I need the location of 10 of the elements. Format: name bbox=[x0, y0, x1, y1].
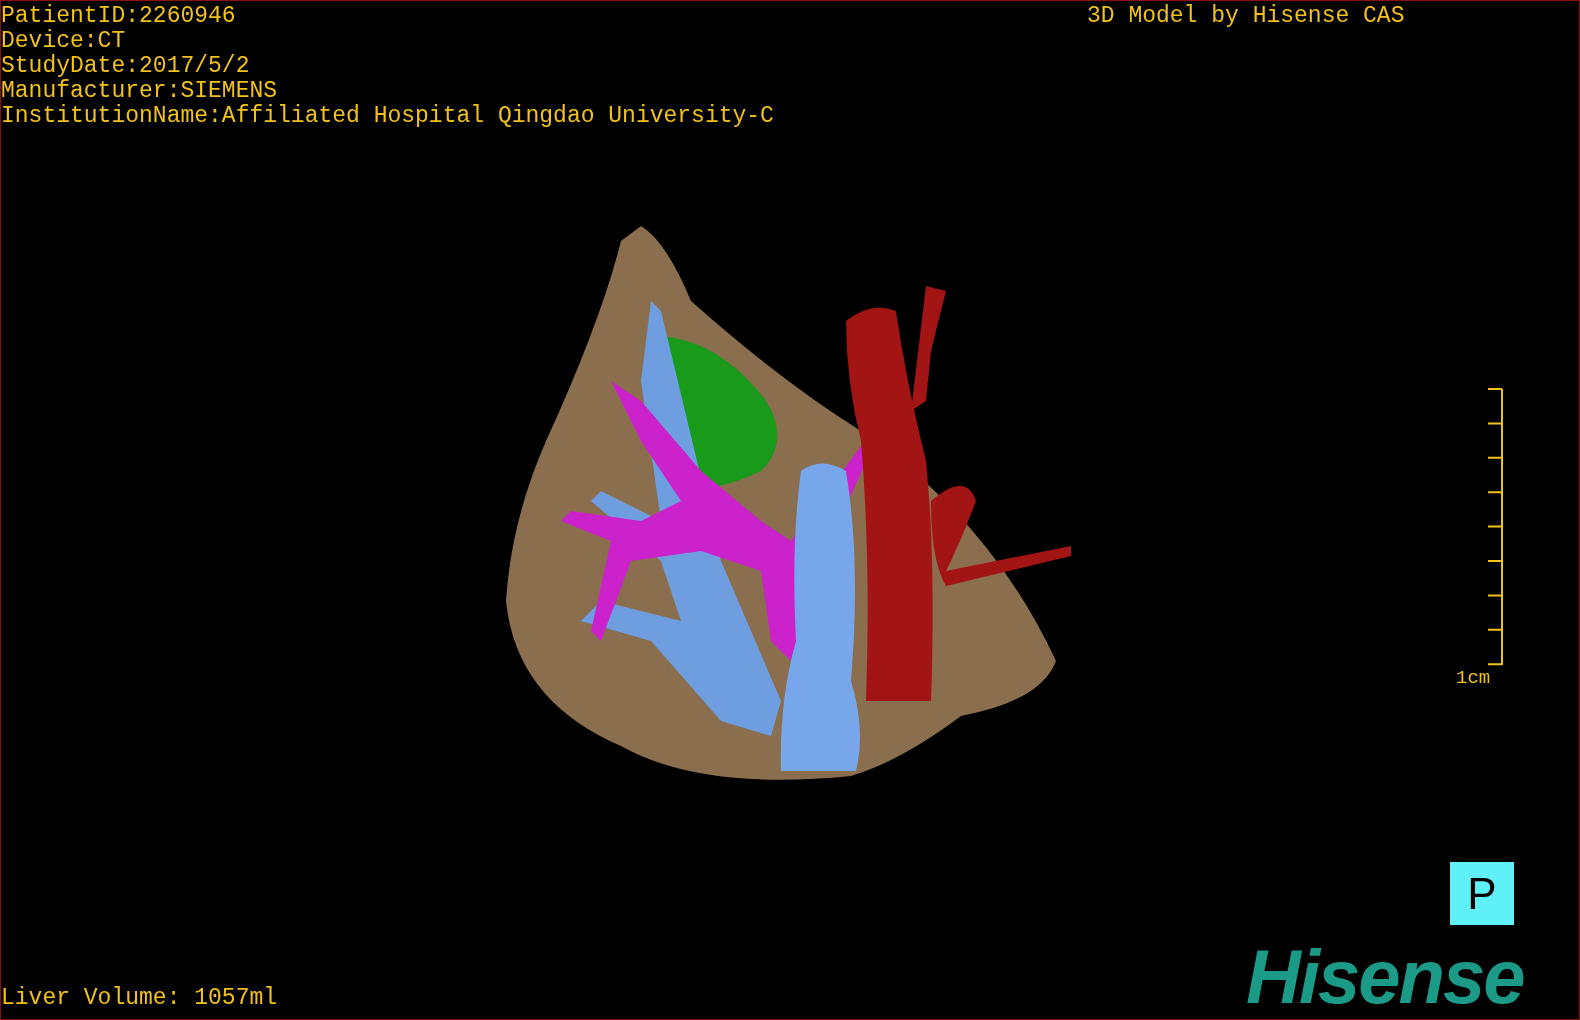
info-text: Device:CT bbox=[1, 29, 127, 54]
liver-volume-text: Liver Volume: 1057ml bbox=[1, 986, 278, 1011]
info-text: PatientID:2260946 bbox=[1, 4, 237, 29]
scale-label: 1cm bbox=[1456, 667, 1491, 689]
logo: Hisense bbox=[1246, 939, 1524, 1015]
info-text: InstitutionName:Affiliated Hospital Qingdao University-C bbox=[1, 104, 774, 129]
view-button[interactable]: P bbox=[1450, 862, 1514, 925]
title-text: 3D Model by Hisense CAS bbox=[1087, 4, 1405, 29]
info-text: StudyDate:2017/5/2 bbox=[1, 54, 251, 79]
info-text: Manufacturer:SIEMENS bbox=[1, 79, 279, 104]
